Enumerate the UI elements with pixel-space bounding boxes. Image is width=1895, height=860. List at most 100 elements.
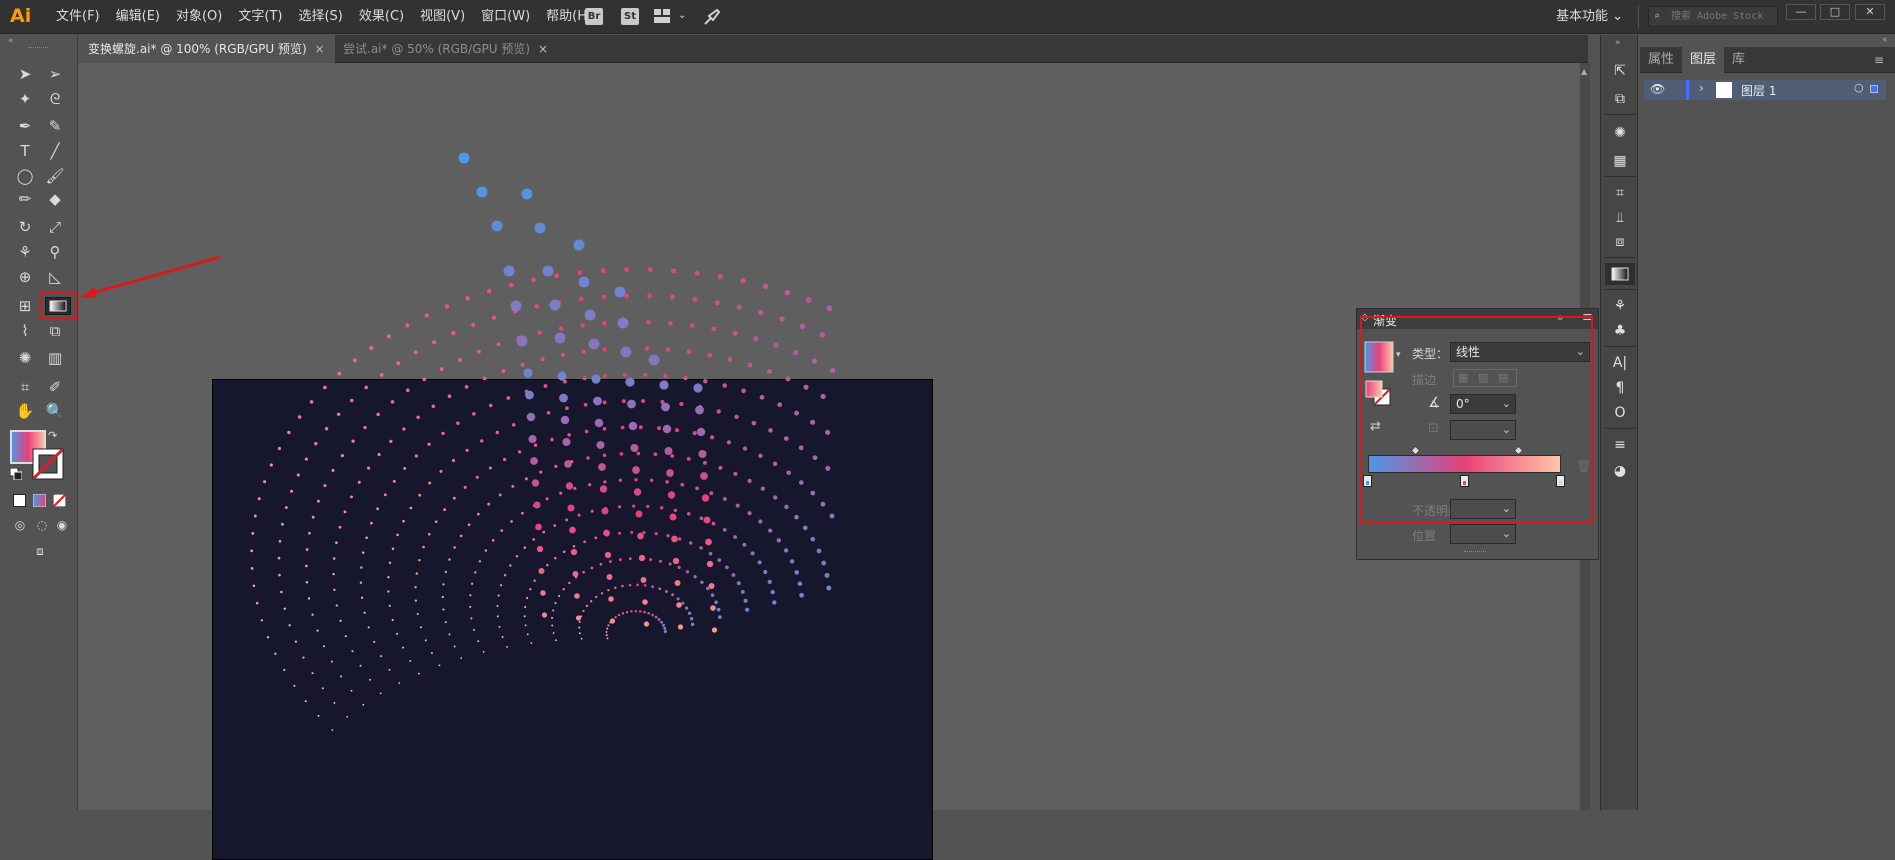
stock-search-input[interactable]: ⌕ 搜索 Adobe Stock [1648, 6, 1778, 27]
align-icon[interactable]: ⫫ [1611, 209, 1629, 227]
panel-resize-handle[interactable] [1464, 551, 1486, 554]
tab-libraries[interactable]: 库 [1724, 47, 1753, 73]
scale-tool-icon[interactable]: ⤢ [43, 216, 67, 238]
artboard-tool-icon[interactable]: ⌗ [13, 376, 37, 398]
zoom-tool-icon[interactable]: 🔍 [43, 400, 67, 422]
gradient-stop-3[interactable] [1556, 475, 1565, 487]
layer-name: 图层 1 [1741, 84, 1777, 98]
illustrator-logo: Ai [10, 5, 32, 27]
tab-layers[interactable]: 图层 [1682, 47, 1725, 73]
blend-tool-icon[interactable]: ⧉ [43, 320, 67, 342]
tab-spiral-document[interactable]: 变换螺旋.ai* @ 100% (RGB/GPU 预览) × [78, 35, 335, 63]
menu-select[interactable]: 选择(S) [290, 0, 350, 34]
brushes-icon[interactable]: ✺ [1611, 124, 1629, 142]
annotation-arrow [78, 254, 228, 304]
menu-file[interactable]: 文件(F) [48, 0, 108, 34]
screen-mode-icon[interactable]: ⧈ [28, 540, 52, 562]
workspace-switcher[interactable]: 基本功能 ⌄ [1556, 0, 1623, 34]
expand-icon[interactable]: » [1615, 38, 1621, 48]
paintbrush-tool-icon[interactable]: 🖌 [43, 165, 67, 187]
slice-tool-icon[interactable]: ✐ [43, 376, 67, 398]
menu-object[interactable]: 对象(O) [168, 0, 230, 34]
layer-row[interactable]: 👁 › 图层 1 ○ [1644, 80, 1886, 100]
curvature-tool-icon[interactable]: ✎ [43, 115, 67, 137]
character-icon[interactable]: A| [1611, 354, 1629, 372]
transform-icon[interactable]: ⌗ [1611, 184, 1629, 202]
column-graph-tool-icon[interactable]: ▥ [43, 347, 67, 369]
menu-effect[interactable]: 效果(C) [351, 0, 412, 34]
pathfinder-icon[interactable]: ⧈ [1611, 233, 1629, 251]
bridge-button[interactable]: Br [585, 8, 603, 25]
gradient-mode-button[interactable] [32, 493, 47, 508]
gradient-panel-icon[interactable] [1605, 263, 1635, 285]
symbol-sprayer-tool-icon[interactable]: ✺ [13, 347, 37, 369]
menu-view[interactable]: 视图(V) [412, 0, 473, 34]
position-input[interactable]: ⌄ [1450, 524, 1516, 544]
stock-button[interactable]: St [621, 8, 639, 25]
symbol-sprayer-icon[interactable]: ⚘ [1611, 297, 1629, 315]
none-mode-button[interactable] [52, 493, 67, 508]
collapse-icon[interactable]: « [8, 36, 14, 46]
collapse-icon[interactable]: « [1882, 35, 1888, 45]
color-mode-button[interactable] [13, 494, 26, 507]
type-tool-icon[interactable]: T [13, 140, 37, 162]
menu-window[interactable]: 窗口(W) [473, 0, 538, 34]
draw-normal-icon[interactable]: ◎ [8, 514, 32, 536]
rotate-tool-icon[interactable]: ↻ [13, 216, 37, 238]
hand-tool-icon[interactable]: ✋ [13, 400, 37, 422]
minimize-button[interactable]: — [1786, 4, 1816, 20]
magic-wand-tool-icon[interactable]: ✦ [13, 88, 37, 110]
opentype-icon[interactable]: O [1611, 404, 1629, 422]
rocket-icon[interactable] [703, 8, 721, 26]
scroll-up-icon[interactable]: ▲ [1581, 67, 1587, 76]
menu-type[interactable]: 文字(T) [230, 0, 290, 34]
position-label: 位置 [1412, 529, 1437, 543]
export-icon[interactable]: ⇱ [1611, 62, 1629, 80]
maximize-button[interactable]: □ [1820, 4, 1850, 20]
lasso-tool-icon[interactable]: ᘓ [43, 88, 67, 110]
tab-label: 尝试.ai* @ 50% (RGB/GPU 预览) [343, 42, 531, 56]
default-colors-icon[interactable] [9, 467, 23, 481]
eraser-tool-icon[interactable]: ◆ [43, 188, 67, 210]
eye-icon[interactable]: 👁 [1650, 82, 1665, 96]
stroke-swatch[interactable] [32, 448, 64, 480]
close-button[interactable]: ✕ [1855, 4, 1885, 20]
swap-fill-stroke-icon[interactable]: ↷ [48, 429, 57, 442]
eyedropper-tool-icon[interactable]: ⌇ [13, 320, 37, 342]
target-icon[interactable]: ○ [1854, 81, 1864, 94]
gradient-stop-1[interactable] [1363, 475, 1372, 487]
arrange-documents-icon[interactable] [654, 9, 670, 23]
paragraph-icon[interactable]: ¶ [1611, 379, 1629, 397]
width-tool-icon[interactable]: ⚘ [13, 241, 37, 263]
swatches-icon[interactable]: ▦ [1611, 152, 1629, 170]
chevron-right-icon[interactable]: › [1699, 81, 1704, 95]
puppet-warp-tool-icon[interactable]: ⚲ [43, 241, 67, 263]
menu-edit[interactable]: 编辑(E) [108, 0, 168, 34]
stroke-icon[interactable]: ≡ [1611, 436, 1629, 454]
pen-tool-icon[interactable]: ✒ [13, 115, 37, 137]
spiral-artwork[interactable] [78, 63, 1578, 810]
selection-tool-icon[interactable]: ➤ [13, 63, 37, 85]
shaper-tool-icon[interactable]: ✏ [13, 188, 37, 210]
mesh-tool-icon[interactable]: ⊞ [13, 295, 37, 317]
gradient-stop-2[interactable] [1459, 475, 1469, 487]
tab-trial-document[interactable]: 尝试.ai* @ 50% (RGB/GPU 预览) × [333, 35, 558, 63]
chevron-down-icon[interactable]: ⌄ [678, 10, 686, 21]
perspective-grid-tool-icon[interactable]: ◺ [43, 266, 67, 288]
draw-inside-icon[interactable]: ◉ [50, 514, 74, 536]
appearance-icon[interactable]: ◕ [1611, 462, 1629, 480]
symbols-icon[interactable]: ♣ [1611, 322, 1629, 340]
shape-builder-tool-icon[interactable]: ⊕ [13, 266, 37, 288]
artboards-icon[interactable]: ⧉ [1611, 90, 1629, 108]
panel-menu-icon[interactable]: ≡ [1874, 53, 1884, 67]
selection-indicator[interactable] [1870, 85, 1878, 93]
gradient-panel-highlight [1360, 316, 1593, 524]
close-tab-icon[interactable]: × [315, 42, 325, 56]
close-tab-icon[interactable]: × [538, 42, 548, 56]
line-tool-icon[interactable]: ╱ [43, 140, 67, 162]
tab-properties[interactable]: 属性 [1640, 47, 1682, 73]
direct-selection-tool-icon[interactable]: ➢ [43, 63, 67, 85]
ellipse-tool-icon[interactable]: ◯ [13, 165, 37, 187]
drag-handle[interactable] [28, 47, 48, 50]
gradient-tool-icon[interactable] [45, 297, 71, 315]
